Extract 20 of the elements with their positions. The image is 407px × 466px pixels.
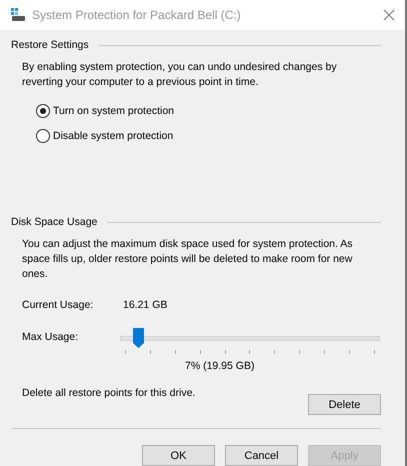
close-icon[interactable] xyxy=(383,9,395,21)
section-heading: Disk Space Usage xyxy=(11,216,98,228)
description-text: You can adjust the maximum disk space used for system protection. As space fills up, older restore points will be deleted to make room for new ones. xyxy=(22,237,354,282)
window-title: System Protection for Packard Bell (C:) xyxy=(32,8,242,22)
slider-thumb[interactable] xyxy=(132,328,144,348)
dialog-button[interactable]: Cancel xyxy=(225,445,298,466)
radio-label[interactable]: Turn on system protection xyxy=(53,105,174,117)
dialog-button[interactable]: OK xyxy=(142,445,215,466)
radio-button[interactable] xyxy=(36,104,50,118)
current-usage-value: 16.21 GB xyxy=(123,299,168,311)
max-usage-label: Max Usage: xyxy=(22,331,80,343)
max-usage-reading: 7% (19.95 GB) xyxy=(184,360,256,372)
delete-button[interactable]: Delete xyxy=(308,394,381,415)
description-text: By enabling system protection, you can undo undesired changes by reverting your computer to a previous point in time. xyxy=(22,60,338,90)
radio-button[interactable] xyxy=(36,129,50,143)
section-heading: Restore Settings xyxy=(11,39,89,51)
radio-label[interactable]: Disable system protection xyxy=(53,130,174,142)
current-usage-label: Current Usage: xyxy=(22,299,94,311)
delete-description: Delete all restore points for this drive. xyxy=(22,387,196,399)
drive-icon xyxy=(10,8,26,22)
